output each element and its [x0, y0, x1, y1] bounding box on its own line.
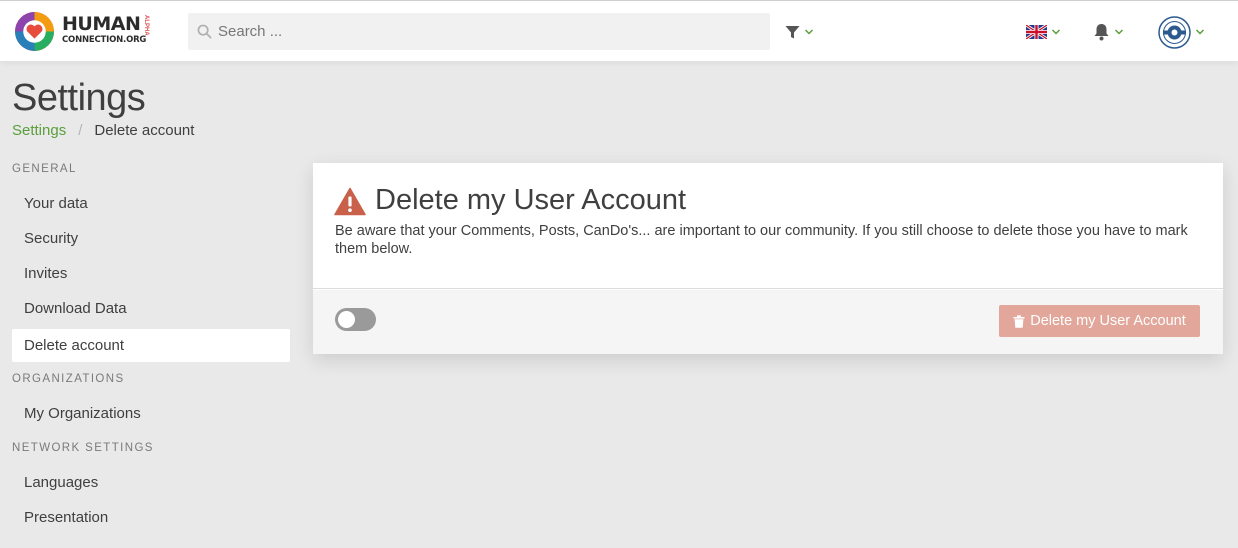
- sidebar-item-security[interactable]: Security: [12, 222, 290, 255]
- sidebar-section-network-settings: NETWORK SETTINGS: [12, 442, 154, 454]
- toggle-knob: [338, 311, 355, 328]
- card-footer: Delete my User Account: [313, 290, 1223, 354]
- chevron-down-icon: [804, 29, 814, 35]
- logo-globe-icon: [15, 12, 54, 51]
- card-title: Delete my User Account: [375, 184, 687, 216]
- filter-icon: [785, 25, 800, 38]
- human-connection-logo[interactable]: HUMAN CONNECTION.ORG ALPHA: [14, 11, 150, 53]
- delete-account-card: Delete my User Account Be aware that you…: [313, 163, 1223, 354]
- sidebar-item-delete-account[interactable]: Delete account: [12, 329, 290, 362]
- sidebar-section-general: GENERAL: [12, 163, 77, 175]
- warning-icon: [334, 187, 366, 216]
- card-description: Be aware that your Comments, Posts, CanD…: [335, 223, 1188, 257]
- search-icon: [197, 24, 212, 39]
- sidebar-item-download-data[interactable]: Download Data: [12, 292, 290, 325]
- sidebar-item-invites[interactable]: Invites: [12, 257, 290, 290]
- filter-dropdown[interactable]: [785, 19, 814, 45]
- breadcrumb-settings-link[interactable]: Settings: [12, 122, 66, 139]
- sidebar-item-languages[interactable]: Languages: [12, 466, 290, 499]
- chevron-down-icon: [1051, 29, 1061, 35]
- chevron-down-icon: [1195, 29, 1205, 35]
- search-input[interactable]: [218, 13, 758, 50]
- search-bar[interactable]: [188, 13, 770, 50]
- breadcrumb-separator: /: [78, 122, 83, 139]
- breadcrumb: Settings / Delete account: [12, 122, 194, 139]
- alpha-badge: ALPHA: [143, 15, 149, 36]
- bell-icon: [1094, 24, 1109, 41]
- top-navigation-bar: HUMAN CONNECTION.ORG ALPHA: [0, 0, 1238, 61]
- delete-account-button[interactable]: Delete my User Account: [999, 305, 1200, 337]
- avatar: [1158, 15, 1191, 49]
- delete-account-button-label: Delete my User Account: [1030, 313, 1186, 329]
- language-dropdown[interactable]: [1026, 19, 1061, 45]
- logo-subtitle: CONNECTION.ORG: [62, 35, 147, 45]
- sidebar-item-my-organizations[interactable]: My Organizations: [12, 397, 290, 430]
- trash-icon: [1013, 314, 1025, 328]
- card-header: Delete my User Account Be aware that you…: [313, 163, 1223, 289]
- sidebar-section-organizations: ORGANIZATIONS: [12, 373, 125, 385]
- uk-flag-icon: [1026, 25, 1047, 39]
- sidebar-item-your-data[interactable]: Your data: [12, 187, 290, 220]
- breadcrumb-current: Delete account: [94, 122, 195, 139]
- user-menu-dropdown[interactable]: [1158, 15, 1205, 49]
- page-title: Settings: [12, 77, 146, 119]
- chevron-down-icon: [1114, 29, 1124, 35]
- sidebar-item-presentation[interactable]: Presentation: [12, 501, 290, 534]
- delete-confirm-toggle[interactable]: [335, 308, 376, 331]
- notifications-dropdown[interactable]: [1093, 19, 1124, 45]
- logo-title: HUMAN: [62, 13, 141, 35]
